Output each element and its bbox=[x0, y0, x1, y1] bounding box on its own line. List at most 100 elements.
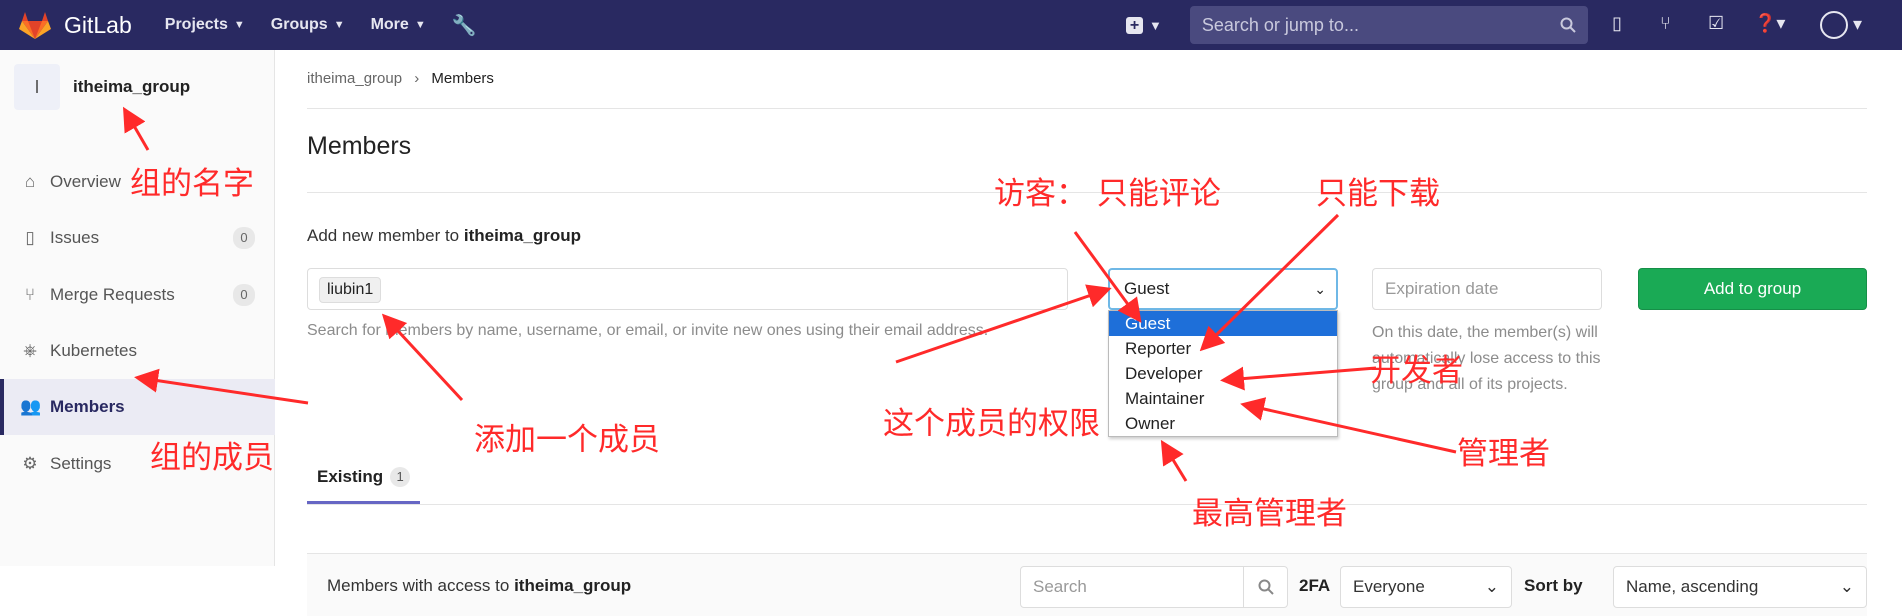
breadcrumb-group[interactable]: itheima_group bbox=[307, 70, 402, 87]
help-icon[interactable]: ❓▾ bbox=[1754, 13, 1785, 34]
chevron-down-icon: ▼ bbox=[414, 19, 426, 31]
nav-more[interactable]: More ▼ bbox=[371, 16, 426, 34]
add-member-label-prefix: Add new member to bbox=[307, 226, 464, 245]
members-icon: 👥 bbox=[20, 397, 42, 416]
breadcrumb-current: Members bbox=[431, 70, 494, 87]
group-sidebar: I itheima_group ⌂ Overview ▯ Issues 0 ⑂ Merg… bbox=[0, 50, 275, 566]
nav-more-label: More bbox=[370, 16, 409, 33]
divider bbox=[307, 504, 1867, 505]
access-level-select[interactable]: Guest ⌄ bbox=[1108, 268, 1338, 310]
add-to-group-button[interactable]: Add to group bbox=[1638, 268, 1867, 310]
plus-icon: + bbox=[1126, 16, 1143, 34]
todo-check-icon[interactable]: ☑ bbox=[1708, 13, 1724, 34]
chevron-down-icon: ▼ bbox=[333, 19, 345, 31]
option-developer[interactable]: Developer bbox=[1109, 361, 1337, 386]
sidebar-item-issues[interactable]: ▯ Issues 0 bbox=[0, 210, 275, 266]
option-maintainer[interactable]: Maintainer bbox=[1109, 386, 1337, 411]
members-access-label: Members with access to itheima_group bbox=[327, 576, 631, 596]
sort-label: Sort by bbox=[1524, 576, 1583, 595]
members-access-group: itheima_group bbox=[514, 576, 632, 595]
option-reporter[interactable]: Reporter bbox=[1109, 336, 1337, 361]
divider bbox=[307, 108, 1867, 109]
sidebar-item-merge-requests[interactable]: ⑂ Merge Requests 0 bbox=[0, 267, 275, 323]
twofa-label: 2FA bbox=[1299, 576, 1331, 595]
selected-member-token[interactable]: liubin1 bbox=[319, 277, 382, 303]
chevron-down-icon: ⌄ bbox=[1314, 280, 1326, 297]
gear-icon: ⚙ bbox=[22, 454, 38, 473]
annotation-permission: 这个成员的权限 bbox=[883, 406, 1100, 442]
expiration-date-input[interactable]: Expiration date bbox=[1372, 268, 1602, 310]
annotation-developer: 开发者 bbox=[1370, 353, 1463, 389]
gitlab-logo[interactable]: GitLab bbox=[18, 10, 132, 40]
kubernetes-icon: ⎈ bbox=[23, 341, 37, 360]
issues-icon: ▯ bbox=[25, 228, 35, 247]
member-filter-placeholder: Search bbox=[1033, 577, 1087, 596]
access-level-value: Guest bbox=[1124, 279, 1170, 298]
group-name: itheima_group bbox=[73, 77, 191, 96]
search-button[interactable] bbox=[1243, 567, 1287, 607]
sidebar-item-label: Overview bbox=[50, 172, 121, 191]
members-filter-bar: Members with access to itheima_group Sea… bbox=[307, 553, 1867, 616]
tab-existing[interactable]: Existing 1 bbox=[307, 452, 421, 504]
breadcrumb: itheima_group › Members bbox=[307, 70, 494, 87]
nav-projects-label: Projects bbox=[164, 16, 228, 33]
global-search[interactable]: Search or jump to... bbox=[1189, 6, 1588, 44]
annotation-maintainer: 管理者 bbox=[1457, 436, 1550, 472]
chevron-down-icon: ▼ bbox=[1149, 17, 1162, 33]
add-member-label: Add new member to itheima_group bbox=[307, 226, 581, 246]
home-icon: ⌂ bbox=[24, 172, 36, 191]
wrench-icon[interactable]: 🔧 bbox=[452, 13, 477, 38]
chevron-down-icon: ⌄ bbox=[1484, 577, 1499, 596]
search-icon bbox=[1560, 17, 1576, 33]
nav-projects[interactable]: Projects ▼ bbox=[165, 16, 245, 34]
group-avatar: I bbox=[14, 64, 60, 110]
member-search-input[interactable]: liubin1 bbox=[307, 268, 1068, 310]
sort-value: Name, ascending bbox=[1626, 577, 1759, 596]
annotation-owner: 最高管理者 bbox=[1192, 496, 1347, 532]
chevron-right-icon: › bbox=[414, 70, 420, 87]
annotation-add-member: 添加一个成员 bbox=[474, 422, 660, 458]
tab-existing-label: Existing bbox=[317, 466, 384, 486]
sidebar-item-label: Settings bbox=[50, 454, 112, 473]
sidebar-item-label: Issues bbox=[50, 228, 100, 247]
merge-request-icon[interactable]: ⑂ bbox=[1660, 13, 1671, 34]
members-access-prefix: Members with access to bbox=[327, 576, 515, 595]
sidebar-toggle-icon[interactable]: ▯ bbox=[1612, 13, 1622, 34]
merge-request-icon: ⑂ bbox=[24, 285, 36, 304]
existing-count-badge: 1 bbox=[390, 466, 411, 487]
annotation-guest: 访客： 只能评论 bbox=[994, 176, 1221, 212]
chevron-down-icon: ⌄ bbox=[1839, 577, 1854, 596]
sidebar-item-members[interactable]: 👥 Members bbox=[0, 379, 275, 435]
sort-dropdown[interactable]: Name, ascending ⌄ bbox=[1613, 566, 1867, 608]
global-search-placeholder: Search or jump to... bbox=[1201, 14, 1359, 35]
merge-requests-count-badge: 0 bbox=[233, 284, 255, 306]
gitlab-tanuki-icon bbox=[19, 12, 51, 39]
annotation-members: 组的成员 bbox=[150, 440, 274, 476]
access-level-options: Guest Reporter Developer Maintainer Owne… bbox=[1108, 310, 1338, 437]
nav-groups-label: Groups bbox=[270, 16, 328, 33]
option-guest[interactable]: Guest bbox=[1109, 311, 1337, 336]
sidebar-item-label: Merge Requests bbox=[50, 285, 175, 304]
option-owner[interactable]: Owner bbox=[1109, 411, 1337, 436]
annotation-reporter: 只能下载 bbox=[1316, 176, 1440, 212]
avatar[interactable]: ▾ bbox=[1820, 11, 1862, 39]
issues-count-badge: 0 bbox=[233, 227, 255, 249]
member-filter-search[interactable]: Search bbox=[1020, 566, 1288, 608]
sidebar-item-label: Members bbox=[50, 397, 125, 416]
topbar-right: + ▼ Search or jump to... bbox=[1126, 0, 1588, 50]
top-navbar: GitLab Projects ▼ Groups ▼ More ▼ 🔧 + ▼ Sear… bbox=[0, 0, 1902, 50]
nav-groups[interactable]: Groups ▼ bbox=[271, 16, 345, 34]
twofa-filter-value: Everyone bbox=[1353, 577, 1425, 596]
sidebar-item-label: Kubernetes bbox=[50, 341, 137, 360]
annotation-group-name: 组的名字 bbox=[130, 166, 254, 202]
group-header[interactable]: I itheima_group bbox=[14, 64, 190, 110]
chevron-down-icon: ▼ bbox=[233, 19, 245, 31]
add-member-group: itheima_group bbox=[463, 226, 581, 245]
search-icon bbox=[1258, 579, 1274, 595]
new-item-dropdown[interactable]: + ▼ bbox=[1126, 16, 1162, 34]
twofa-filter-dropdown[interactable]: Everyone ⌄ bbox=[1340, 566, 1512, 608]
sidebar-item-kubernetes[interactable]: ⎈ Kubernetes bbox=[0, 323, 275, 379]
page-title: Members bbox=[307, 132, 412, 160]
main-nav: Projects ▼ Groups ▼ More ▼ 🔧 bbox=[165, 13, 477, 38]
member-search-help: Search for members by name, username, or… bbox=[307, 322, 989, 339]
